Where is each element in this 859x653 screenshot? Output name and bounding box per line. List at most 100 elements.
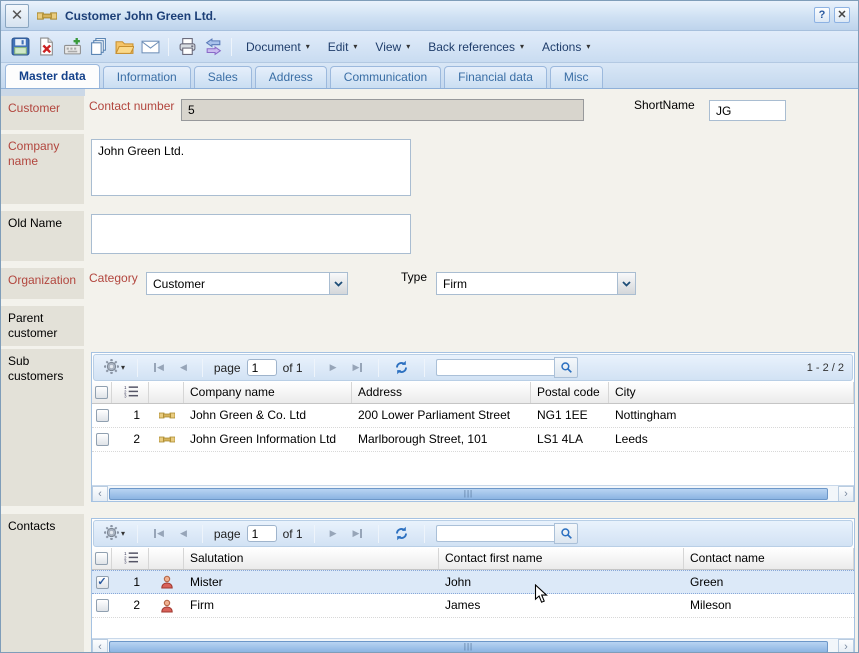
chevron-down-icon: ▾: [406, 42, 410, 51]
last-page-button[interactable]: ▶: [347, 362, 370, 373]
grid-search: [436, 523, 578, 544]
mail-icon[interactable]: [137, 36, 163, 58]
copy-icon[interactable]: [85, 36, 111, 58]
company-name-field[interactable]: John Green Ltd.: [91, 139, 411, 196]
tab-misc[interactable]: Misc: [550, 66, 603, 88]
prev-page-button[interactable]: ◀: [174, 362, 193, 373]
transfer-icon[interactable]: [200, 36, 226, 58]
prev-page-button[interactable]: ◀: [174, 528, 193, 539]
chevron-down-icon: ▾: [121, 363, 125, 372]
category-label: Category: [89, 271, 138, 285]
select-all-checkbox[interactable]: [95, 552, 108, 565]
chevron-down-icon[interactable]: [329, 273, 347, 294]
save-icon[interactable]: [7, 36, 33, 58]
master-data-panel: Customer Company name Old Name Organizat…: [1, 89, 858, 652]
category-select[interactable]: Customer: [146, 272, 348, 295]
old-name-field[interactable]: [91, 214, 411, 254]
search-icon[interactable]: [554, 357, 578, 378]
of-label: of 1: [283, 361, 303, 375]
row-checkbox[interactable]: [96, 433, 109, 446]
page-input[interactable]: [247, 525, 277, 542]
record-range: 1 - 2 / 2: [807, 362, 844, 374]
gear-icon: [104, 359, 119, 377]
page-label: page: [214, 361, 241, 375]
scroll-right-button[interactable]: ›: [838, 486, 854, 502]
next-page-button[interactable]: ▶: [324, 528, 343, 539]
grid-settings-button[interactable]: ▾: [101, 525, 128, 543]
menu-actions[interactable]: Actions▾: [533, 40, 599, 54]
menu-document[interactable]: Document▾: [237, 40, 319, 54]
type-select[interactable]: Firm: [436, 272, 636, 295]
next-page-button[interactable]: ▶: [324, 362, 343, 373]
sub-customers-grid: ▾ ◀ ◀ page of 1 ▶ ▶ 1 - 2 / 2: [91, 352, 855, 502]
chevron-down-icon[interactable]: [617, 273, 635, 294]
row-label-organization: Organization: [1, 268, 84, 299]
search-icon[interactable]: [554, 523, 578, 544]
menu-back-references[interactable]: Back references▾: [419, 40, 533, 54]
chevron-down-icon: ▾: [306, 42, 310, 51]
scroll-left-button[interactable]: ‹: [92, 639, 108, 653]
first-page-button[interactable]: ◀: [147, 362, 170, 373]
row-checkbox[interactable]: [96, 599, 109, 612]
contact-number-field[interactable]: [181, 99, 584, 121]
col-company-name[interactable]: Company name: [184, 382, 352, 403]
grid-settings-button[interactable]: ▾: [101, 359, 128, 377]
search-input[interactable]: [436, 525, 554, 542]
first-page-button[interactable]: ◀: [147, 528, 170, 539]
table-row[interactable]: 2 Firm James Mileson: [92, 594, 854, 618]
row-label-old-name: Old Name: [1, 211, 84, 261]
contacts-toolbar: ▾ ◀ ◀ page of 1 ▶ ▶: [93, 520, 853, 547]
search-input[interactable]: [436, 359, 554, 376]
customer-window: ✕ Customer John Green Ltd. ? ✕ Document▾…: [0, 0, 859, 653]
handshake-icon: [37, 8, 57, 27]
col-postal-code[interactable]: Postal code: [531, 382, 609, 403]
refresh-button[interactable]: [388, 360, 415, 375]
window-close-left-button[interactable]: ✕: [5, 4, 29, 28]
tab-communication[interactable]: Communication: [330, 66, 441, 88]
scrollbar-thumb[interactable]: |||: [109, 641, 828, 653]
table-row[interactable]: 2 John Green Information Ltd Marlborough…: [92, 428, 854, 452]
row-label-sub-customers: Sub customers: [1, 349, 84, 506]
col-salutation[interactable]: Salutation: [184, 548, 439, 569]
help-button[interactable]: ?: [814, 7, 830, 23]
table-row[interactable]: ✓ 1 Mister John Green: [92, 570, 854, 594]
table-row[interactable]: 1 John Green & Co. Ltd 200 Lower Parliam…: [92, 404, 854, 428]
tab-financial-data[interactable]: Financial data: [444, 66, 547, 88]
print-icon[interactable]: [174, 36, 200, 58]
handshake-icon: [149, 404, 184, 427]
folder-icon[interactable]: [111, 36, 137, 58]
refresh-button[interactable]: [388, 526, 415, 541]
last-page-button[interactable]: ▶: [347, 528, 370, 539]
row-label-parent-customer: Parent customer: [1, 306, 84, 346]
new-icon[interactable]: [59, 36, 85, 58]
active-tab-base: [1, 89, 85, 96]
sub-customers-header: 123 Company name Address Postal code Cit…: [92, 382, 854, 404]
row-checkbox[interactable]: ✓: [96, 576, 109, 589]
tab-sales[interactable]: Sales: [194, 66, 252, 88]
scrollbar-thumb[interactable]: |||: [109, 488, 828, 500]
chevron-down-icon: ▾: [520, 42, 524, 51]
row-checkbox[interactable]: [96, 409, 109, 422]
delete-icon[interactable]: [33, 36, 59, 58]
scroll-left-button[interactable]: ‹: [92, 486, 108, 502]
page-input[interactable]: [247, 359, 277, 376]
horizontal-scrollbar: ‹ ||| ›: [92, 485, 854, 501]
window-close-button[interactable]: ✕: [834, 7, 850, 23]
menu-edit[interactable]: Edit▾: [319, 40, 367, 54]
tab-strip: Master data Information Sales Address Co…: [1, 63, 858, 89]
title-bar: ✕ Customer John Green Ltd. ? ✕: [1, 1, 858, 31]
shortname-field[interactable]: [709, 100, 786, 121]
tab-master-data[interactable]: Master data: [5, 64, 100, 88]
scroll-right-button[interactable]: ›: [838, 639, 854, 653]
main-toolbar: Document▾ Edit▾ View▾ Back references▾ A…: [1, 31, 858, 63]
tab-address[interactable]: Address: [255, 66, 327, 88]
col-city[interactable]: City: [609, 382, 854, 403]
of-label: of 1: [283, 527, 303, 541]
select-all-checkbox[interactable]: [95, 386, 108, 399]
col-address[interactable]: Address: [352, 382, 531, 403]
tab-information[interactable]: Information: [103, 66, 191, 88]
menu-view[interactable]: View▾: [366, 40, 419, 54]
contacts-grid: ▾ ◀ ◀ page of 1 ▶ ▶: [91, 518, 855, 653]
col-contact-name[interactable]: Contact name: [684, 548, 854, 569]
col-contact-first-name[interactable]: Contact first name: [439, 548, 684, 569]
